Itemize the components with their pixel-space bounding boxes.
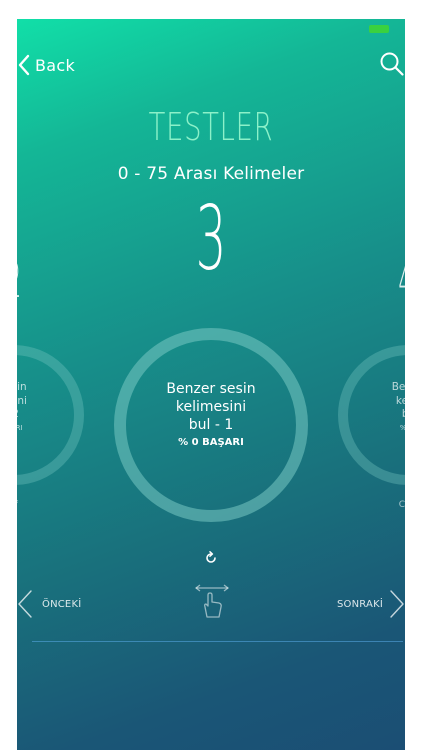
previous-button[interactable]: ÖNCEKİ xyxy=(17,589,81,619)
chevron-left-icon xyxy=(18,54,30,76)
swipe-hand-icon xyxy=(193,583,231,623)
next-test-line3: bul xyxy=(335,408,405,422)
current-test-line2: kelimesini xyxy=(175,399,247,416)
page-subtitle: 0 - 75 Arası Kelimeler xyxy=(117,164,305,184)
next-test-line2: kelim xyxy=(395,394,405,407)
current-test-line3: bul - 1 xyxy=(188,417,234,434)
back-label: Back xyxy=(35,55,76,75)
refresh-icon xyxy=(206,551,216,563)
current-test-number: 3 xyxy=(195,187,227,290)
chevron-left-icon xyxy=(18,590,32,618)
search-icon xyxy=(380,52,404,76)
battery-icon xyxy=(369,25,389,33)
prev-test-line2: sesini xyxy=(17,394,27,407)
current-test-text: Benzer sesin kelimesini bul - 1 % 0 BAŞA… xyxy=(132,380,290,449)
next-card-marker: C xyxy=(398,500,405,510)
refresh-button[interactable] xyxy=(204,550,218,569)
prev-test-text: nenin sesini - 2 AŞARI xyxy=(17,381,87,433)
prev-test-line1: nenin xyxy=(17,381,27,393)
back-button[interactable]: Back xyxy=(17,53,75,77)
prev-test-progress: AŞARI xyxy=(17,423,23,432)
next-test-progress: % 0 B xyxy=(335,424,405,433)
page-title: TESTLER xyxy=(148,105,274,149)
next-button[interactable]: SONRAKİ xyxy=(337,589,405,619)
current-test-line1: Benzer sesin xyxy=(166,381,256,397)
previous-label: ÖNCEKİ xyxy=(42,598,82,610)
bottom-divider xyxy=(32,641,403,642)
current-test-progress: % 0 BAŞARI xyxy=(178,436,244,448)
app-screen: Back TESTLER 0 - 75 Arası Kelimeler 3 2 … xyxy=(17,19,405,750)
prev-test-number: 2 xyxy=(17,257,21,305)
chevron-right-icon xyxy=(390,590,404,618)
next-label: SONRAKİ xyxy=(337,598,383,610)
next-test-number: 4 xyxy=(399,257,405,305)
next-test-line1: Benzer xyxy=(391,381,405,393)
prev-test-line3: - 2 xyxy=(17,408,87,422)
search-button[interactable] xyxy=(379,51,405,81)
next-test-text: Benzer kelim bul % 0 B xyxy=(335,381,405,433)
prev-card-marker: ʿ xyxy=(17,500,19,510)
